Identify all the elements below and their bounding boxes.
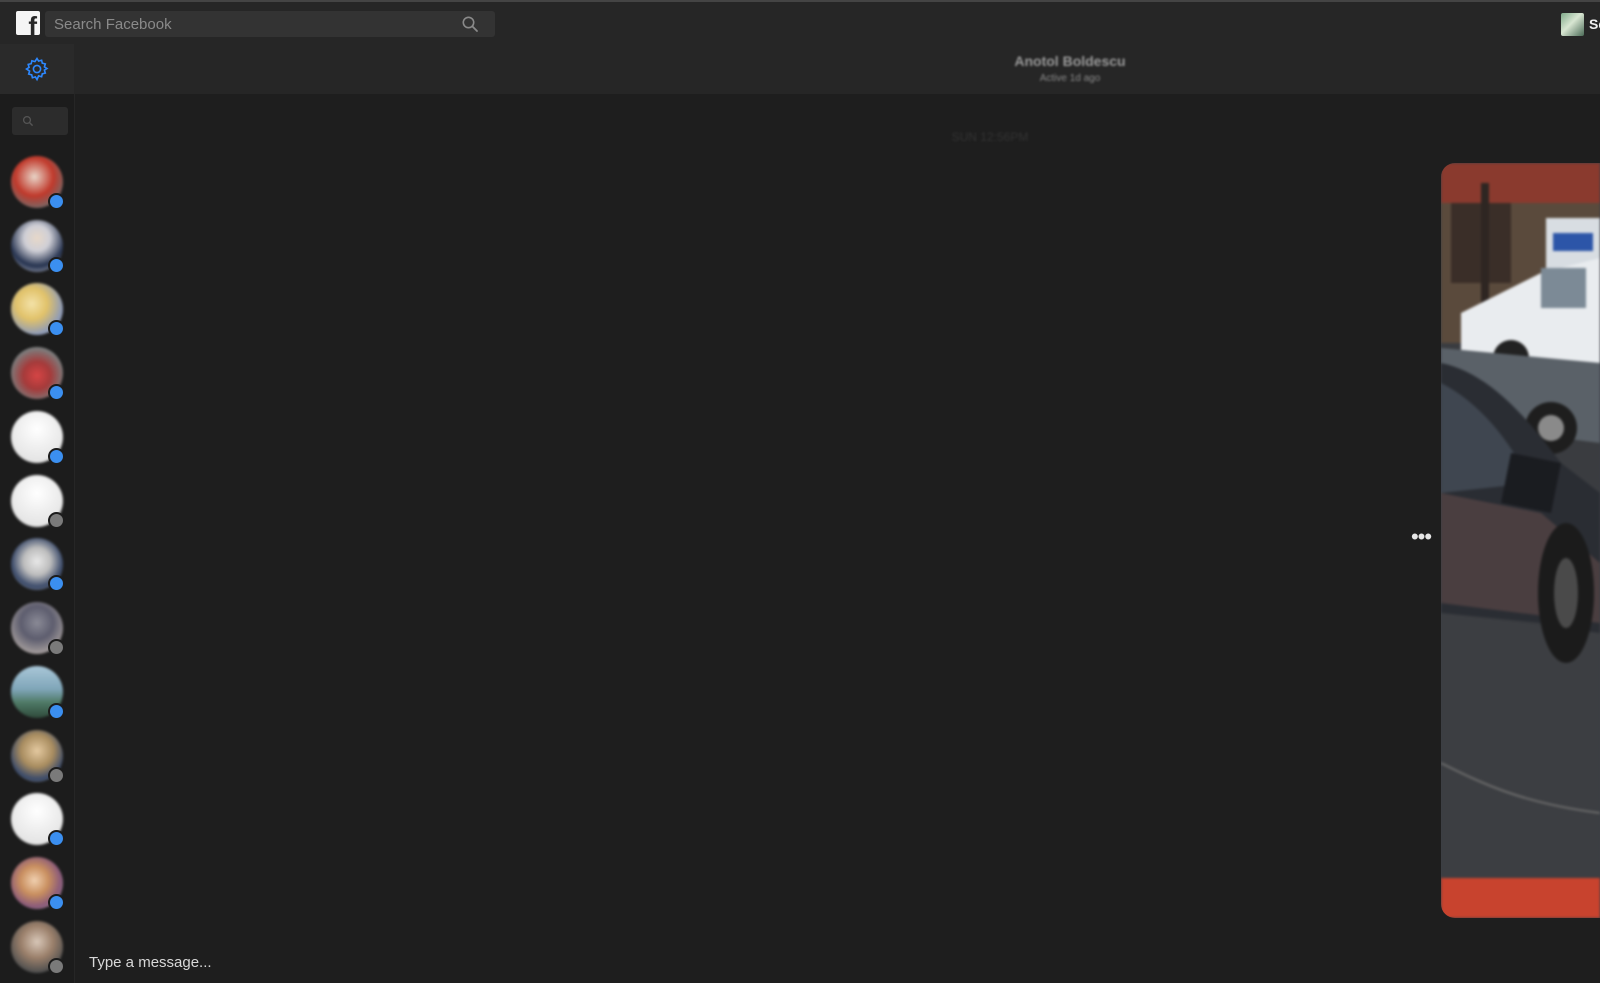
contact-avatar[interactable] (11, 475, 65, 529)
facebook-f-icon[interactable]: f (16, 11, 40, 35)
presence-dot (48, 830, 65, 847)
profile-avatar[interactable] (1561, 13, 1584, 36)
car-photo-image (1441, 163, 1600, 918)
contact-avatar[interactable] (11, 921, 65, 975)
presence-dot (48, 703, 65, 720)
presence-dot (48, 958, 65, 975)
presence-dot (48, 257, 65, 274)
presence-dot (48, 384, 65, 401)
more-horizontal-icon[interactable]: ••• (1410, 526, 1432, 548)
conversation-header: Anotol Boldescu Active 1d ago (75, 44, 1600, 95)
top-navigation-bar: f Se (0, 0, 1600, 44)
search-input[interactable] (45, 11, 495, 37)
presence-dot (48, 575, 65, 592)
presence-dot (48, 767, 65, 784)
search-icon[interactable] (461, 15, 479, 33)
contact-avatar[interactable] (11, 730, 65, 784)
contact-avatar[interactable] (11, 220, 65, 274)
contact-avatar[interactable] (11, 857, 65, 911)
contact-avatar[interactable] (11, 283, 65, 337)
search-icon (22, 115, 34, 127)
presence-dot (48, 448, 65, 465)
contact-avatar[interactable] (11, 793, 65, 847)
presence-dot (48, 193, 65, 210)
message-timestamp: SUN 12:56PM (951, 130, 1029, 144)
conversation-title[interactable]: Anotol Boldescu (75, 53, 1600, 69)
conversation-search-input[interactable] (12, 107, 68, 135)
settings-area (0, 44, 74, 94)
presence-dot (48, 894, 65, 911)
contact-avatar[interactable] (11, 538, 65, 592)
message-photo[interactable] (1441, 163, 1600, 918)
contact-avatar[interactable] (11, 156, 65, 210)
contact-avatar[interactable] (11, 347, 65, 401)
contact-avatar[interactable] (11, 411, 65, 465)
message-composer (75, 944, 1600, 983)
presence-dot (48, 320, 65, 337)
conversation-status: Active 1d ago (1039, 73, 1101, 84)
gear-icon[interactable] (24, 56, 50, 82)
profile-name[interactable]: Se (1589, 16, 1600, 32)
message-input[interactable] (87, 950, 891, 974)
presence-dot (48, 639, 65, 656)
contact-avatar[interactable] (11, 666, 65, 720)
contact-avatar[interactable] (11, 602, 65, 656)
presence-dot (48, 512, 65, 529)
